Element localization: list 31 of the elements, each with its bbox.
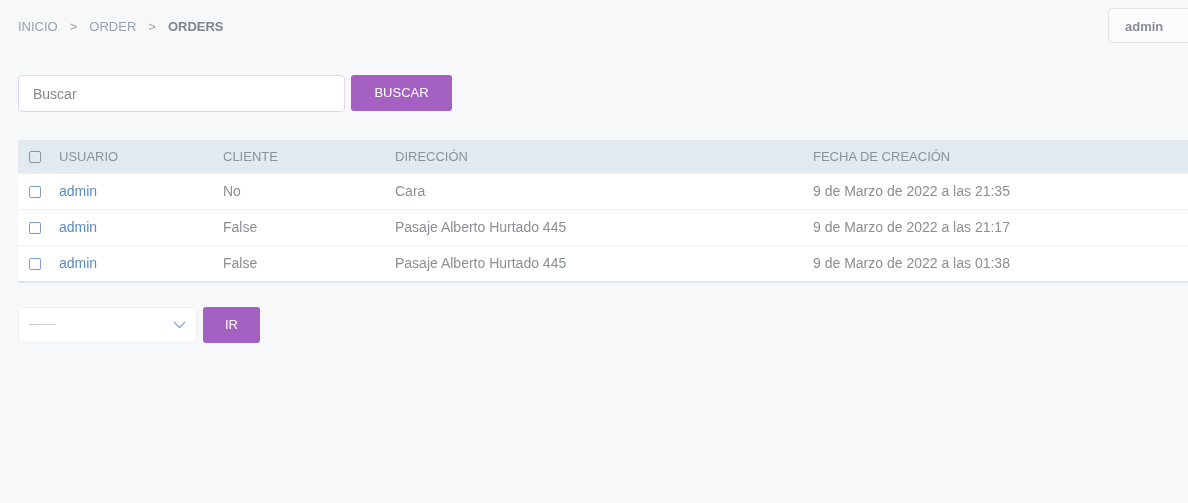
go-button[interactable]: IR [203,307,260,343]
search-field[interactable]: Buscar [18,75,345,112]
breadcrumb-item[interactable]: ORDER [89,17,137,37]
table-cell: 9 de Marzo de 2022 a las 21:17 [813,219,1010,235]
row-checkbox[interactable] [29,257,41,270]
table-cell: 9 de Marzo de 2022 a las 21:35 [813,183,1010,199]
user-link[interactable]: admin [59,255,98,271]
user-link[interactable]: admin [59,183,98,199]
table-cell: Pasaje Alberto Hurtado 445 [395,255,567,271]
select-all-checkbox[interactable] [29,150,41,163]
search-button[interactable]: BUSCAR [351,75,452,111]
table-cell: No [223,183,241,199]
user-menu[interactable]: admin [1108,8,1188,43]
column-header: FECHA DE CREACIÓN [813,148,951,164]
column-header: DIRECCIÓN [395,148,468,164]
breadcrumb-separator: > [69,18,78,37]
column-header: USUARIO [59,148,119,164]
breadcrumb-separator: > [148,18,156,37]
table-cell: Cara [395,183,426,199]
breadcrumb-item[interactable]: INICIO [18,17,58,37]
table-cell: False [223,255,258,271]
column-header: CLIENTE [223,148,278,164]
row-checkbox[interactable] [29,185,41,198]
user-link[interactable]: admin [59,219,98,235]
row-checkbox[interactable] [29,221,41,234]
table-cell: False [223,219,258,235]
chevron-down-icon [173,321,186,329]
table-cell: 9 de Marzo de 2022 a las 01:38 [813,255,1010,271]
action-select[interactable]: --------- [18,307,197,343]
table-cell: Pasaje Alberto Hurtado 445 [395,219,567,235]
breadcrumb-item: ORDERS [167,18,224,37]
